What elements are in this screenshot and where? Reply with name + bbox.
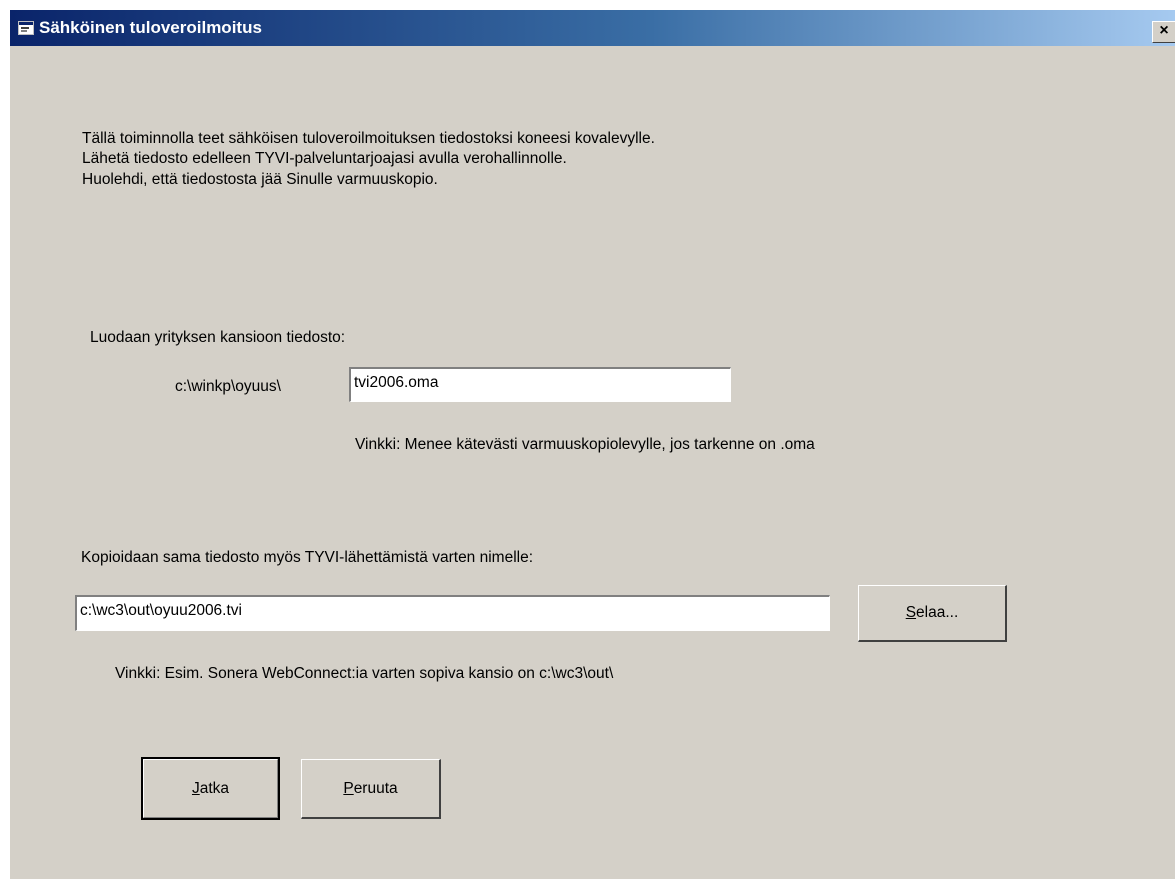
title-bar[interactable]: Sähköinen tuloveroilmoitus × — [10, 10, 1175, 46]
continue-button-label: Jatka — [143, 759, 278, 818]
continue-button[interactable]: Jatka — [141, 757, 280, 820]
app-window-icon — [18, 21, 34, 35]
tyvi-copy-label: Kopioidaan sama tiedosto myös TYVI-lähet… — [81, 549, 534, 566]
browse-button[interactable]: Selaa... — [858, 585, 1007, 642]
intro-line-3: Huolehdi, että tiedostosta jää Sinulle v… — [82, 171, 438, 188]
cancel-button-label: Peruuta — [343, 779, 398, 797]
tyvi-path-input[interactable]: c:\wc3\out\oyuu2006.tvi — [75, 595, 830, 631]
close-button[interactable]: × — [1152, 21, 1175, 43]
intro-line-2: Lähetä tiedosto edelleen TYVI-palvelunta… — [82, 150, 567, 167]
intro-line-1: Tällä toiminnolla teet sähköisen tulover… — [82, 130, 655, 147]
company-file-hint: Vinkki: Menee kätevästi varmuuskopiolevy… — [355, 436, 815, 453]
company-filename-input[interactable]: tvi2006.oma — [349, 367, 731, 402]
dialog-window: Sähköinen tuloveroilmoitus × Tällä toimi… — [9, 9, 1175, 879]
window-title: Sähköinen tuloveroilmoitus — [39, 18, 262, 37]
tyvi-copy-hint: Vinkki: Esim. Sonera WebConnect:ia varte… — [115, 665, 614, 682]
company-file-label: Luodaan yrityksen kansioon tiedosto: — [90, 329, 346, 346]
close-icon: × — [1159, 22, 1169, 39]
cancel-button[interactable]: Peruuta — [301, 759, 441, 819]
browse-button-label: Selaa... — [905, 604, 959, 621]
company-path-prefix: c:\winkp\oyuus\ — [175, 378, 281, 395]
